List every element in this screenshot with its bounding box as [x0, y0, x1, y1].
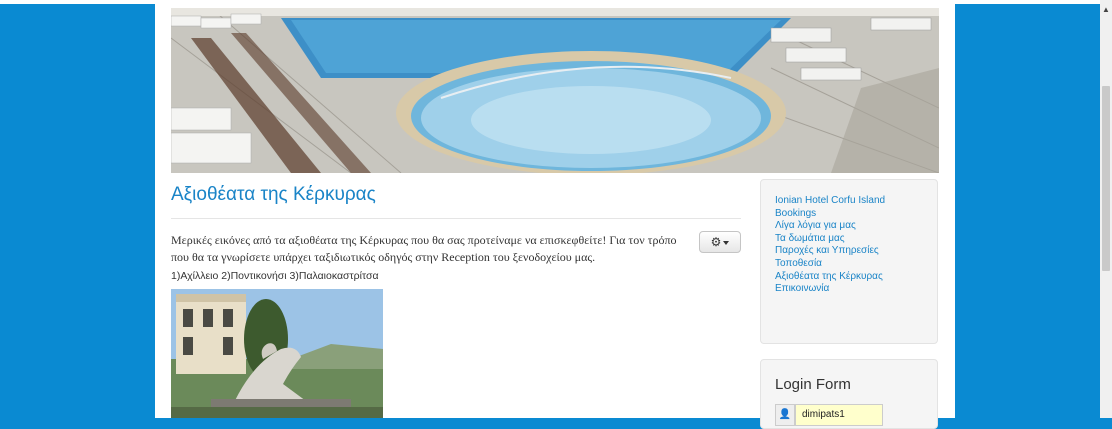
menu-item-about[interactable]: Λίγα λόγια για μας — [775, 220, 937, 233]
menu-item-services[interactable]: Παροχές και Υπηρεσίες — [775, 245, 937, 258]
main-menu-panel: Ionian Hotel Corfu Island Bookings Λίγα … — [760, 179, 938, 344]
username-input[interactable]: dimipats1 — [795, 404, 883, 426]
main-menu-list: Ionian Hotel Corfu Island Bookings Λίγα … — [761, 180, 937, 296]
menu-item-rooms[interactable]: Τα δωμάτια μας — [775, 233, 937, 246]
login-form-panel: Login Form 👤 dimipats1 — [760, 359, 938, 429]
places-list-text: 1)Αχίλλειο 2)Ποντικονήσι 3)Παλαιοκαστρίτ… — [171, 270, 379, 282]
user-icon: 👤 — [775, 404, 795, 426]
scrollbar-thumb[interactable] — [1102, 86, 1110, 271]
hero-banner-image — [171, 8, 939, 173]
title-divider — [171, 218, 741, 219]
menu-item-sights[interactable]: Αξιοθέατα της Κέρκυρας — [775, 271, 937, 284]
menu-item-location[interactable]: Τοποθεσία — [775, 258, 937, 271]
achilleion-photo — [171, 289, 383, 418]
chevron-down-icon — [723, 240, 730, 245]
menu-item-bookings[interactable]: Bookings — [775, 208, 937, 221]
menu-item-contact[interactable]: Επικοινωνία — [775, 283, 937, 296]
page-container: Αξιοθέατα της Κέρκυρας ⚙ Μερικές εικόνες… — [155, 4, 955, 429]
article-intro-text: Μερικές εικόνες από τα αξιοθέατα της Κέρ… — [171, 233, 677, 264]
login-form-title: Login Form — [775, 376, 851, 393]
gear-icon: ⚙ — [710, 235, 722, 249]
article-title[interactable]: Αξιοθέατα της Κέρκυρας — [171, 184, 376, 206]
menu-item-home[interactable]: Ionian Hotel Corfu Island — [775, 195, 937, 208]
article-tools-button[interactable]: ⚙ — [699, 231, 741, 253]
scroll-up-icon[interactable]: ▲ — [1101, 4, 1111, 16]
